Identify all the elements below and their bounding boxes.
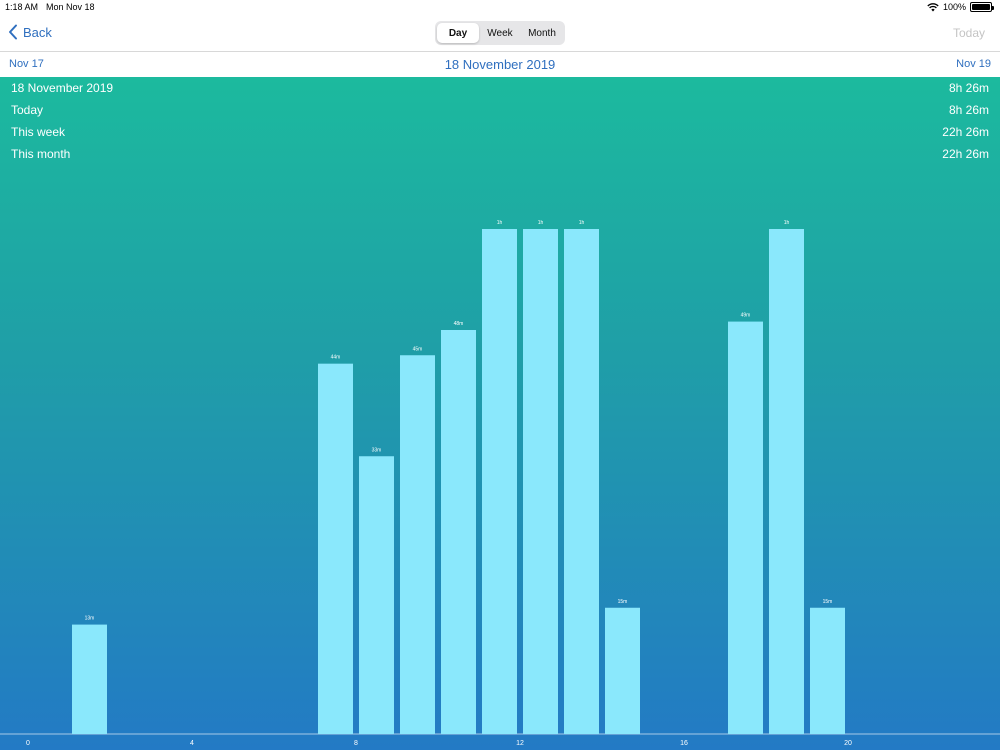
- hourly-bar-chart: 13m 44m 33m 45m 48m 1h 1h 1h 15m 49m 1h 15m 0 4 8 12 16 2…: [0, 220, 1000, 747]
- bar-hour-14[interactable]: [605, 607, 640, 734]
- bar-value-label: 44m: [331, 355, 341, 361]
- segment-week[interactable]: Week: [479, 23, 521, 43]
- next-day-button[interactable]: Nov 19: [956, 58, 991, 70]
- bar-value-label: 15m: [823, 599, 833, 605]
- bar-hour-12[interactable]: [523, 229, 558, 734]
- x-tick-label: 8: [354, 740, 358, 747]
- segment-month[interactable]: Month: [521, 23, 563, 43]
- bar-value-label: 1h: [497, 220, 503, 226]
- x-tick-label: 4: [190, 740, 194, 747]
- bar-value-label: 48m: [454, 321, 464, 327]
- x-tick-label: 20: [844, 740, 852, 747]
- bar-value-label: 33m: [372, 447, 382, 453]
- wifi-icon: [927, 2, 939, 11]
- bar-hour-18[interactable]: [769, 229, 804, 734]
- bar-value-label: 15m: [618, 599, 628, 605]
- bar-hour-9[interactable]: [400, 355, 435, 734]
- bar-hour-10[interactable]: [441, 330, 476, 734]
- date-navigator: Nov 17 18 November 2019 Nov 19: [0, 53, 1000, 77]
- x-tick-label: 12: [516, 740, 524, 747]
- x-tick-label: 0: [26, 740, 30, 747]
- bar-value-label: 13m: [85, 616, 95, 622]
- bar-value-label: 1h: [538, 220, 544, 226]
- bar-value-label: 45m: [413, 346, 423, 352]
- chevron-left-icon: [9, 24, 17, 40]
- usage-chart-panel: 18 November 2019 8h 26m Today 8h 26m Thi…: [0, 77, 1000, 750]
- bar-hour-17[interactable]: [728, 321, 763, 734]
- battery-icon: [970, 2, 994, 12]
- x-tick-label: 16: [680, 740, 688, 747]
- bar-hour-7[interactable]: [318, 363, 353, 734]
- current-date-title: 18 November 2019: [444, 57, 556, 72]
- status-time: 1:18 AM: [5, 2, 39, 12]
- period-segmented-control: Day Week Month: [435, 21, 565, 45]
- bar-hour-1[interactable]: [72, 624, 107, 734]
- nav-bar: Back Day Week Month Today: [0, 14, 1000, 52]
- status-date: Mon Nov 18: [46, 2, 95, 12]
- bar-value-label: 1h: [784, 220, 790, 226]
- bar-hour-13[interactable]: [564, 229, 599, 734]
- previous-day-button[interactable]: Nov 17: [9, 58, 44, 70]
- battery-percent: 100%: [942, 2, 966, 12]
- status-bar: 1:18 AM Mon Nov 18 100%: [0, 0, 1000, 14]
- bar-hour-19[interactable]: [810, 607, 845, 734]
- bar-value-label: 1h: [579, 220, 585, 226]
- bar-value-label: 49m: [741, 313, 751, 319]
- segment-day[interactable]: Day: [437, 23, 479, 43]
- back-label: Back: [23, 24, 52, 40]
- status-right: 100%: [927, 2, 994, 12]
- bar-hour-8[interactable]: [359, 456, 394, 734]
- bar-hour-11[interactable]: [482, 229, 517, 734]
- today-button[interactable]: Today: [953, 26, 985, 40]
- back-button[interactable]: Back: [8, 24, 52, 40]
